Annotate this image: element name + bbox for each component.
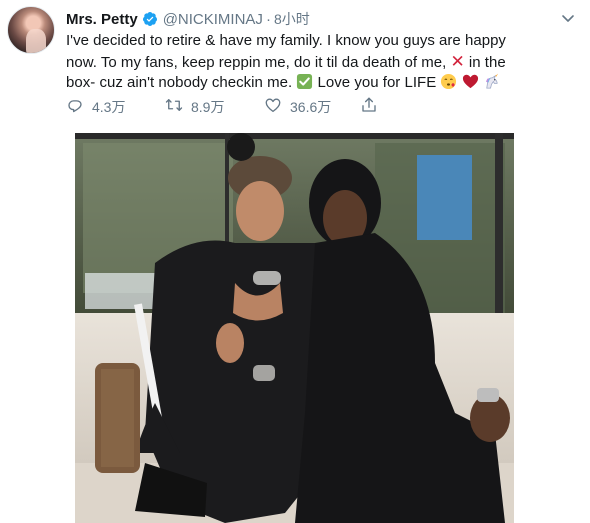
separator-dot: · <box>265 10 271 28</box>
tweet-card: Mrs. Petty @NICKIMINAJ · 8小时 I've decide… <box>0 0 590 523</box>
share-button[interactable] <box>360 96 378 118</box>
tweet-photo[interactable] <box>75 133 514 523</box>
tweet-actions: 4.3万 8.9万 36.6万 <box>66 96 386 118</box>
tweet-text-line-2b: in the <box>468 53 506 71</box>
unicorn-emoji <box>483 73 500 90</box>
check-mark-emoji <box>296 73 313 90</box>
display-name[interactable]: Mrs. Petty <box>66 11 138 28</box>
face-blowing-kiss-emoji <box>440 73 457 90</box>
tweet-text-line-3b: Love you for LIFE <box>317 74 437 91</box>
red-heart-emoji <box>462 73 479 90</box>
retweet-count: 8.9万 <box>191 99 225 115</box>
reply-count: 4.3万 <box>92 99 126 115</box>
share-icon <box>360 96 378 119</box>
tweet-text-line-1: I've decided to retire & have my family.… <box>66 32 506 49</box>
tweet-header: Mrs. Petty @NICKIMINAJ · 8小时 <box>66 9 310 29</box>
chevron-down-icon[interactable] <box>560 10 576 26</box>
tweet-text-line-2: now. To my fans, keep reppin me, do it t… <box>66 53 447 71</box>
reply-icon <box>66 96 84 119</box>
verified-badge-icon <box>142 11 158 27</box>
reply-button[interactable]: 4.3万 <box>66 96 125 118</box>
retweet-icon <box>165 96 183 119</box>
tweet-text: I've decided to retire & have my family.… <box>66 31 566 94</box>
like-count: 36.6万 <box>290 99 332 115</box>
like-button[interactable]: 36.6万 <box>264 96 331 118</box>
avatar[interactable] <box>7 6 55 54</box>
heart-icon <box>264 96 282 119</box>
cross-mark-emoji: ✕ <box>450 51 465 71</box>
photo-illustration <box>75 133 514 523</box>
tweet-timestamp[interactable]: 8小时 <box>274 9 310 29</box>
tweet-text-line-3a: box- cuz ain't nobody checkin me. <box>66 74 293 91</box>
user-handle[interactable]: @NICKIMINAJ <box>163 11 263 28</box>
retweet-button[interactable]: 8.9万 <box>165 96 224 118</box>
